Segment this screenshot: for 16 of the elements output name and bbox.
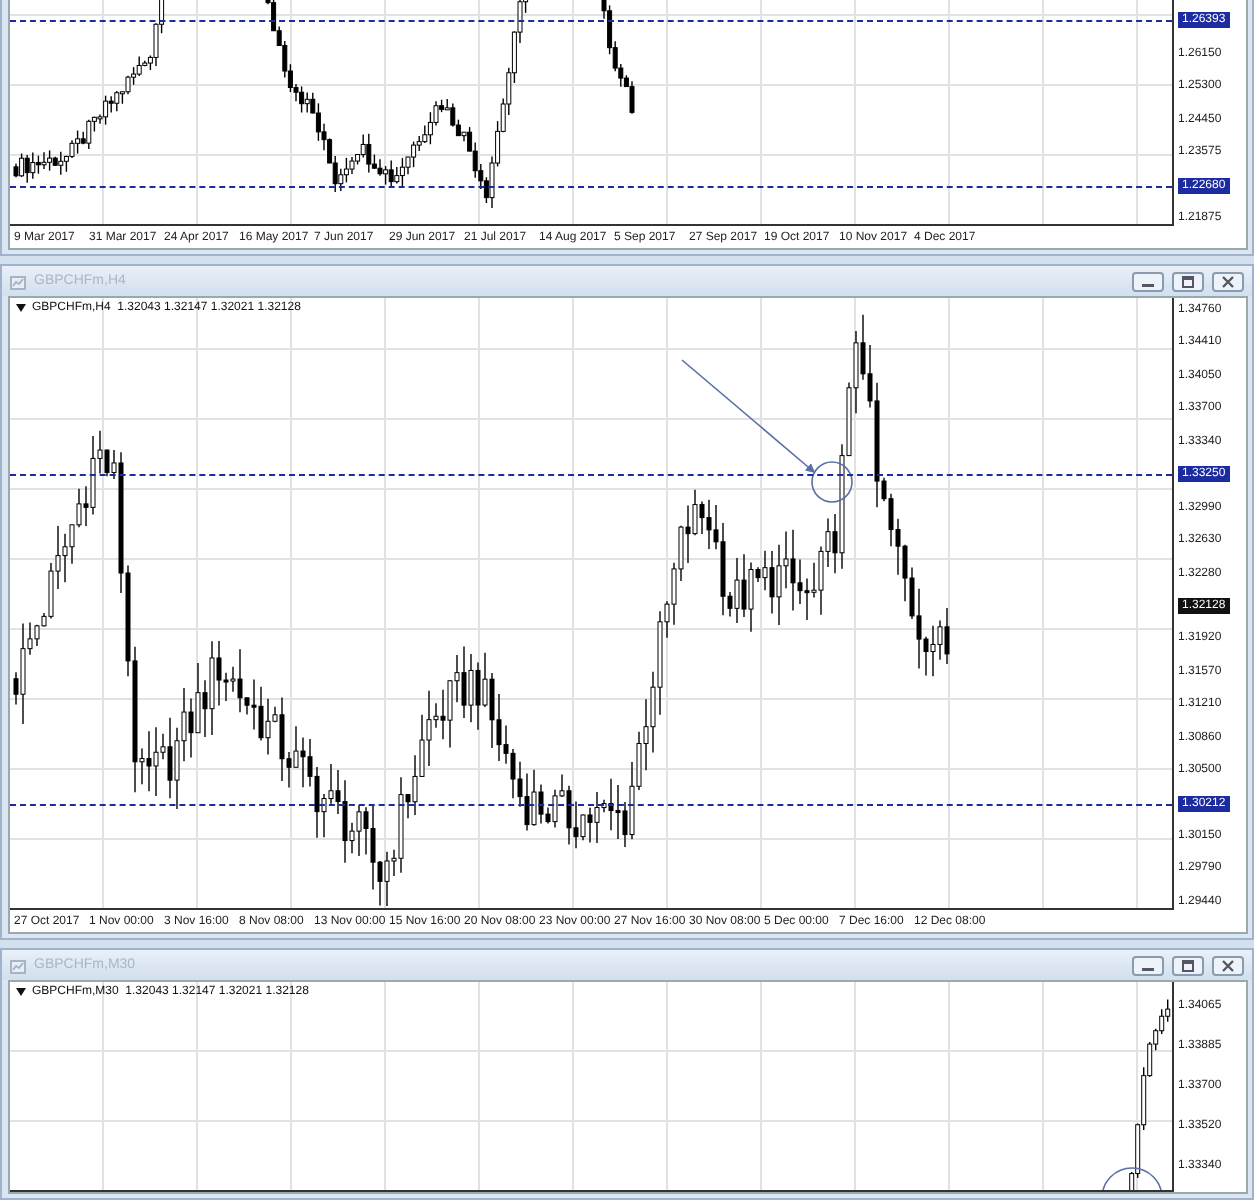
arrow [681, 359, 816, 474]
minimize-button[interactable] [1132, 955, 1164, 975]
chart-window-icon [10, 957, 26, 973]
close-icon [1220, 959, 1236, 971]
maximize-icon [1180, 959, 1196, 971]
maximize-button[interactable] [1172, 955, 1204, 975]
minimize-button[interactable] [1132, 271, 1164, 291]
caret-icon[interactable] [16, 304, 26, 312]
circle-marker [811, 461, 853, 503]
chart-window-icon [10, 273, 26, 289]
maximize-icon [1180, 275, 1196, 287]
maximize-button[interactable] [1172, 271, 1204, 291]
caret-icon[interactable] [16, 988, 26, 996]
close-button[interactable] [1212, 955, 1244, 975]
close-icon [1220, 275, 1236, 287]
close-button[interactable] [1212, 271, 1244, 291]
